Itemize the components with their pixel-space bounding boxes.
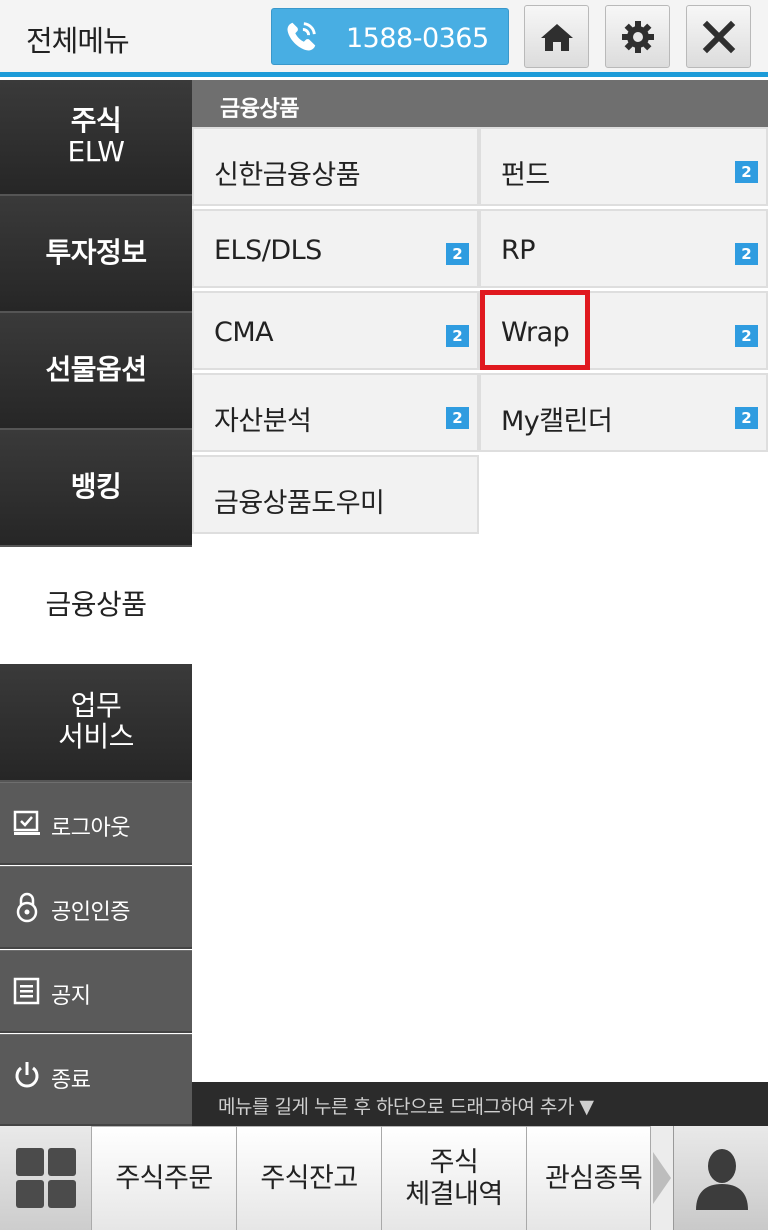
logout-button[interactable]: 로그아웃	[0, 782, 192, 865]
count-badge: 2	[735, 161, 758, 183]
all-menu-button[interactable]	[0, 1126, 92, 1230]
tab-stock-balance[interactable]: 주식잔고	[237, 1126, 382, 1230]
drag-hint-bar: 메뉴를 길게 누른 후 하단으로 드래그하여 추가 ▼	[192, 1082, 768, 1126]
tab-stock-order[interactable]: 주식주문	[92, 1126, 237, 1230]
submenu-item-label: ELS/DLS	[214, 235, 322, 266]
tab-watchlist[interactable]: 관심종목	[527, 1126, 651, 1230]
left-menu-item-investment-info[interactable]: 투자정보	[0, 196, 192, 313]
close-icon	[702, 20, 736, 54]
certificate-label: 공인인증	[51, 900, 130, 925]
phone-icon	[287, 22, 316, 51]
tab-stock-executions[interactable]: 주식 체결내역	[382, 1126, 527, 1230]
submenu-header: 금융상품	[192, 80, 768, 127]
lock-icon	[16, 892, 38, 923]
user-icon	[696, 1149, 748, 1210]
header-divider	[0, 72, 768, 77]
notice-label: 공지	[51, 984, 91, 1009]
left-menu-item-futures-options[interactable]: 선물옵션	[0, 313, 192, 430]
left-menu-item-stock-elw[interactable]: 주식 ELW	[0, 80, 192, 196]
count-badge: 2	[735, 407, 758, 429]
header: 전체메뉴 1588-0365	[0, 0, 768, 74]
user-button[interactable]	[673, 1126, 768, 1230]
submenu-item-label: 신한금융상품	[214, 160, 361, 191]
settings-button[interactable]	[605, 5, 670, 68]
notice-button[interactable]: 공지	[0, 950, 192, 1033]
phone-number: 1588-0365	[346, 23, 489, 54]
submenu-item-els-dls[interactable]: ELS/DLS 2	[192, 209, 479, 288]
bottom-bar: 주식주문 주식잔고 주식 체결내역 관심종목	[0, 1126, 768, 1230]
submenu-item-label: 금융상품도우미	[214, 488, 385, 519]
exit-button[interactable]: 종료	[0, 1034, 192, 1126]
count-badge: 2	[446, 407, 469, 429]
count-badge: 2	[735, 243, 758, 265]
submenu-item-shinhan-products[interactable]: 신한금융상품	[192, 127, 479, 206]
left-menu-label: 뱅킹	[70, 470, 122, 504]
notice-icon	[13, 977, 40, 1005]
certificate-button[interactable]: 공인인증	[0, 866, 192, 949]
left-menu-label: 금융상품	[45, 588, 147, 622]
submenu-item-label: CMA	[214, 317, 274, 348]
highlight-box	[480, 290, 590, 370]
left-menu-label: 주식	[70, 104, 122, 138]
left-menu-label: ELW	[67, 135, 125, 168]
page-title: 전체메뉴	[26, 24, 130, 58]
tab-label: 주식잔고	[260, 1162, 358, 1194]
tab-label: 체결내역	[405, 1178, 503, 1210]
submenu-item-product-helper[interactable]: 금융상품도우미	[192, 455, 479, 534]
gear-icon	[622, 21, 654, 53]
left-menu-item-banking[interactable]: 뱅킹	[0, 430, 192, 547]
tab-label: 관심종목	[545, 1162, 643, 1194]
logout-icon	[13, 810, 40, 835]
submenu-item-label: 펀드	[501, 160, 550, 191]
home-button[interactable]	[524, 5, 589, 68]
left-menu-label: 서비스	[58, 720, 134, 753]
submenu-item-cma[interactable]: CMA 2	[192, 291, 479, 370]
chevron-right-icon[interactable]	[651, 1126, 673, 1230]
home-icon	[541, 24, 573, 51]
power-icon	[15, 1062, 39, 1088]
call-center-button[interactable]: 1588-0365	[271, 8, 509, 65]
left-menu-label: 선물옵션	[45, 353, 147, 387]
tab-label: 주식	[429, 1147, 479, 1179]
submenu-item-asset-analysis[interactable]: 자산분석 2	[192, 373, 479, 452]
left-menu-item-business-service[interactable]: 업무 서비스	[0, 664, 192, 782]
left-menu-label: 투자정보	[45, 236, 147, 270]
exit-label: 종료	[51, 1068, 91, 1093]
left-menu-item-financial-products[interactable]: 금융상품	[0, 547, 192, 664]
count-badge: 2	[446, 325, 469, 347]
submenu-item-fund[interactable]: 펀드 2	[479, 127, 768, 206]
drag-hint-text: 메뉴를 길게 누른 후 하단으로 드래그하여 추가 ▼	[218, 1096, 594, 1118]
logout-label: 로그아웃	[51, 816, 130, 841]
count-badge: 2	[446, 243, 469, 265]
count-badge: 2	[735, 325, 758, 347]
tab-label: 주식주문	[115, 1162, 213, 1194]
close-button[interactable]	[686, 5, 751, 68]
submenu-item-my-calendar[interactable]: My캘린더 2	[479, 373, 768, 452]
submenu-item-label: 자산분석	[214, 406, 312, 437]
submenu-item-label: RP	[501, 235, 536, 266]
left-menu-label: 업무	[70, 689, 122, 723]
submenu-title: 금융상품	[220, 97, 299, 122]
submenu-item-rp[interactable]: RP 2	[479, 209, 768, 288]
submenu-item-label: My캘린더	[501, 406, 613, 437]
